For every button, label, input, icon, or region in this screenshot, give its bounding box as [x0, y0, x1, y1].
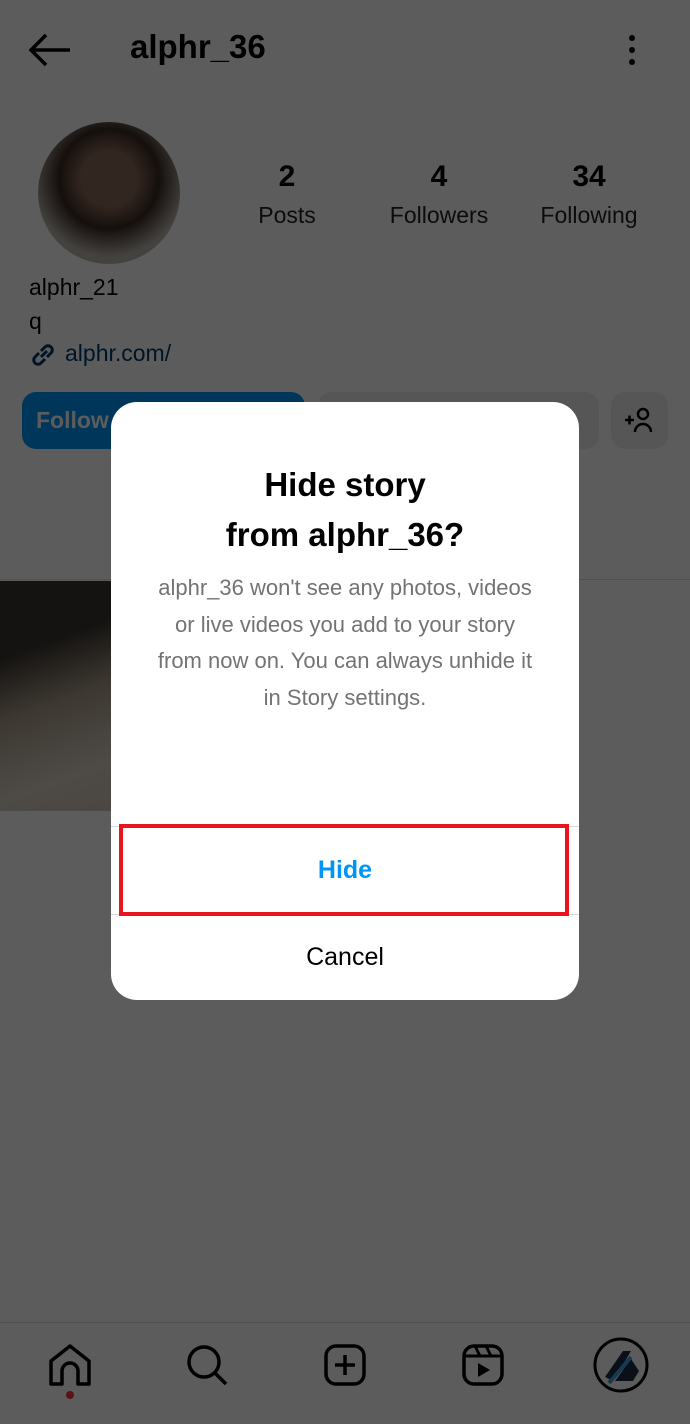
highlight-box — [119, 824, 569, 916]
more-options-icon[interactable] — [626, 34, 638, 66]
stat-value: 2 — [278, 160, 296, 193]
title-line: from alphr_36? — [225, 516, 465, 553]
link-icon — [32, 344, 54, 366]
profile-name: alphr_21 — [29, 274, 119, 300]
profile-avatar[interactable] — [38, 122, 180, 264]
cancel-label: Cancel — [306, 942, 384, 971]
stat-value: 4 — [430, 160, 448, 193]
stat-value: 34 — [572, 160, 606, 193]
reels-icon[interactable] — [461, 1343, 505, 1387]
title-line: Hide story — [264, 466, 426, 503]
stat-label: Posts — [258, 202, 316, 228]
stat-label: Followers — [389, 202, 489, 228]
bottom-nav — [0, 1322, 690, 1424]
home-icon[interactable] — [48, 1343, 92, 1387]
stat-followers[interactable]: 4 Followers — [364, 160, 514, 229]
profile-link[interactable]: alphr.com/ — [65, 340, 171, 367]
dialog-message: alphr_36 won't see any photos, videos or… — [157, 575, 533, 710]
notification-dot — [66, 1391, 74, 1399]
back-arrow-icon[interactable] — [28, 32, 72, 68]
stat-posts[interactable]: 2 Posts — [212, 160, 362, 229]
search-icon[interactable] — [185, 1343, 229, 1387]
stat-following[interactable]: 34 Following — [514, 160, 664, 229]
create-icon[interactable] — [323, 1343, 367, 1387]
profile-avatar-icon[interactable] — [593, 1337, 649, 1393]
profile-username: alphr_36 — [130, 28, 266, 65]
add-person-icon — [625, 407, 653, 433]
profile-bio: q — [29, 308, 42, 334]
cancel-button[interactable]: Cancel — [111, 914, 579, 1000]
stat-label: Following — [540, 202, 638, 228]
suggest-people-button[interactable] — [611, 392, 668, 449]
follow-label: Follow — [36, 407, 109, 433]
dialog-title: Hide story from alphr_36? — [111, 460, 579, 560]
